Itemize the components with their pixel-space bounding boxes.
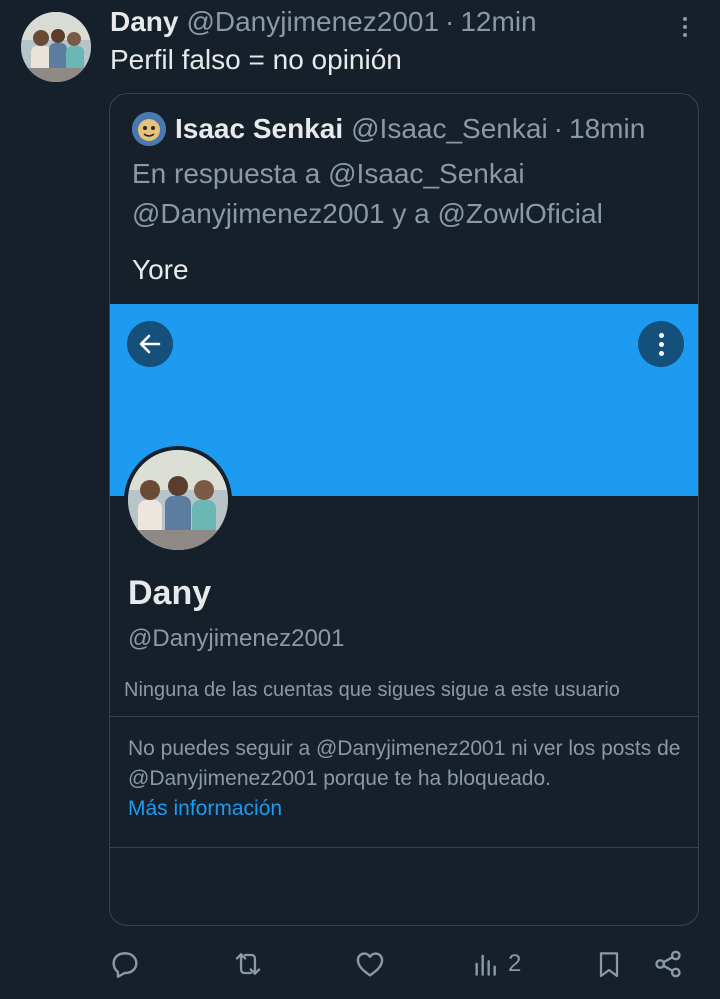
bookmark-icon xyxy=(599,952,619,978)
profile-handle: @Danyjimenez2001 xyxy=(128,625,345,652)
bookmark-button[interactable] xyxy=(593,940,625,988)
back-arrow-icon xyxy=(127,321,173,367)
views-button[interactable]: 2 xyxy=(470,940,521,988)
quote-text: Yore xyxy=(132,254,189,285)
reply-prefix: En respuesta a @Isaac_Senkai xyxy=(132,158,525,189)
reply-icon xyxy=(112,952,138,978)
quote-separator-dot: · xyxy=(553,113,563,144)
avatar[interactable] xyxy=(21,12,91,82)
heart-icon xyxy=(356,952,384,977)
author-handle[interactable]: @Danyjimenez2001 xyxy=(186,6,439,38)
avatar-photo xyxy=(21,12,91,82)
divider xyxy=(110,847,698,848)
quote-time: 18min xyxy=(569,113,646,144)
profile-avatar-photo xyxy=(128,450,228,550)
separator-dot: · xyxy=(445,6,455,37)
retweet-icon xyxy=(235,953,261,975)
quoted-tweet[interactable]: Isaac Senkai @Isaac_Senkai · 18min En re… xyxy=(109,93,699,926)
tweet[interactable]: Dany @Danyjimenez2001 · 12min Perfil fal… xyxy=(0,0,720,999)
retweet-button[interactable] xyxy=(230,940,266,988)
more-info-link: Más información xyxy=(128,797,283,820)
profile-avatar xyxy=(124,446,232,554)
profile-name: Dany xyxy=(128,574,212,612)
views-count: 2 xyxy=(508,950,522,977)
views-icon xyxy=(475,954,496,976)
author-name[interactable]: Dany xyxy=(110,6,178,38)
divider xyxy=(110,716,698,717)
action-bar: 2 xyxy=(0,940,720,988)
quote-author-name[interactable]: Isaac Senkai xyxy=(175,113,343,145)
follow-note: Ninguna de las cuentas que sigues sigue … xyxy=(124,679,620,701)
reply-button[interactable] xyxy=(108,940,142,988)
tweet-time[interactable]: 12min xyxy=(460,6,536,38)
blocked-notice: No puedes seguir a @Danyjimenez2001 ni v… xyxy=(128,734,688,824)
reply-context: En respuesta a @Isaac_Senkai @Danyjimene… xyxy=(132,154,692,234)
more-options-icon[interactable] xyxy=(672,10,698,44)
quote-avatar[interactable] xyxy=(132,112,166,146)
like-button[interactable] xyxy=(353,940,387,988)
reply-mentions: @Danyjimenez2001 y a @ZowlOficial xyxy=(132,198,603,229)
tweet-text: Perfil falso = no opinión xyxy=(110,44,402,75)
blocked-text: No puedes seguir a @Danyjimenez2001 ni v… xyxy=(128,737,681,790)
quote-header: Isaac Senkai @Isaac_Senkai · 18min xyxy=(132,112,645,146)
tweet-header: Dany @Danyjimenez2001 · 12min xyxy=(110,6,537,42)
share-button[interactable] xyxy=(651,940,685,988)
vertical-dots-icon xyxy=(638,321,684,367)
share-icon xyxy=(655,950,681,978)
quote-author-handle[interactable]: @Isaac_Senkai xyxy=(351,113,548,145)
profile-screenshot: Dany @Danyjimenez2001 Ninguna de las cue… xyxy=(110,304,698,925)
quote-avatar-image xyxy=(132,112,166,146)
